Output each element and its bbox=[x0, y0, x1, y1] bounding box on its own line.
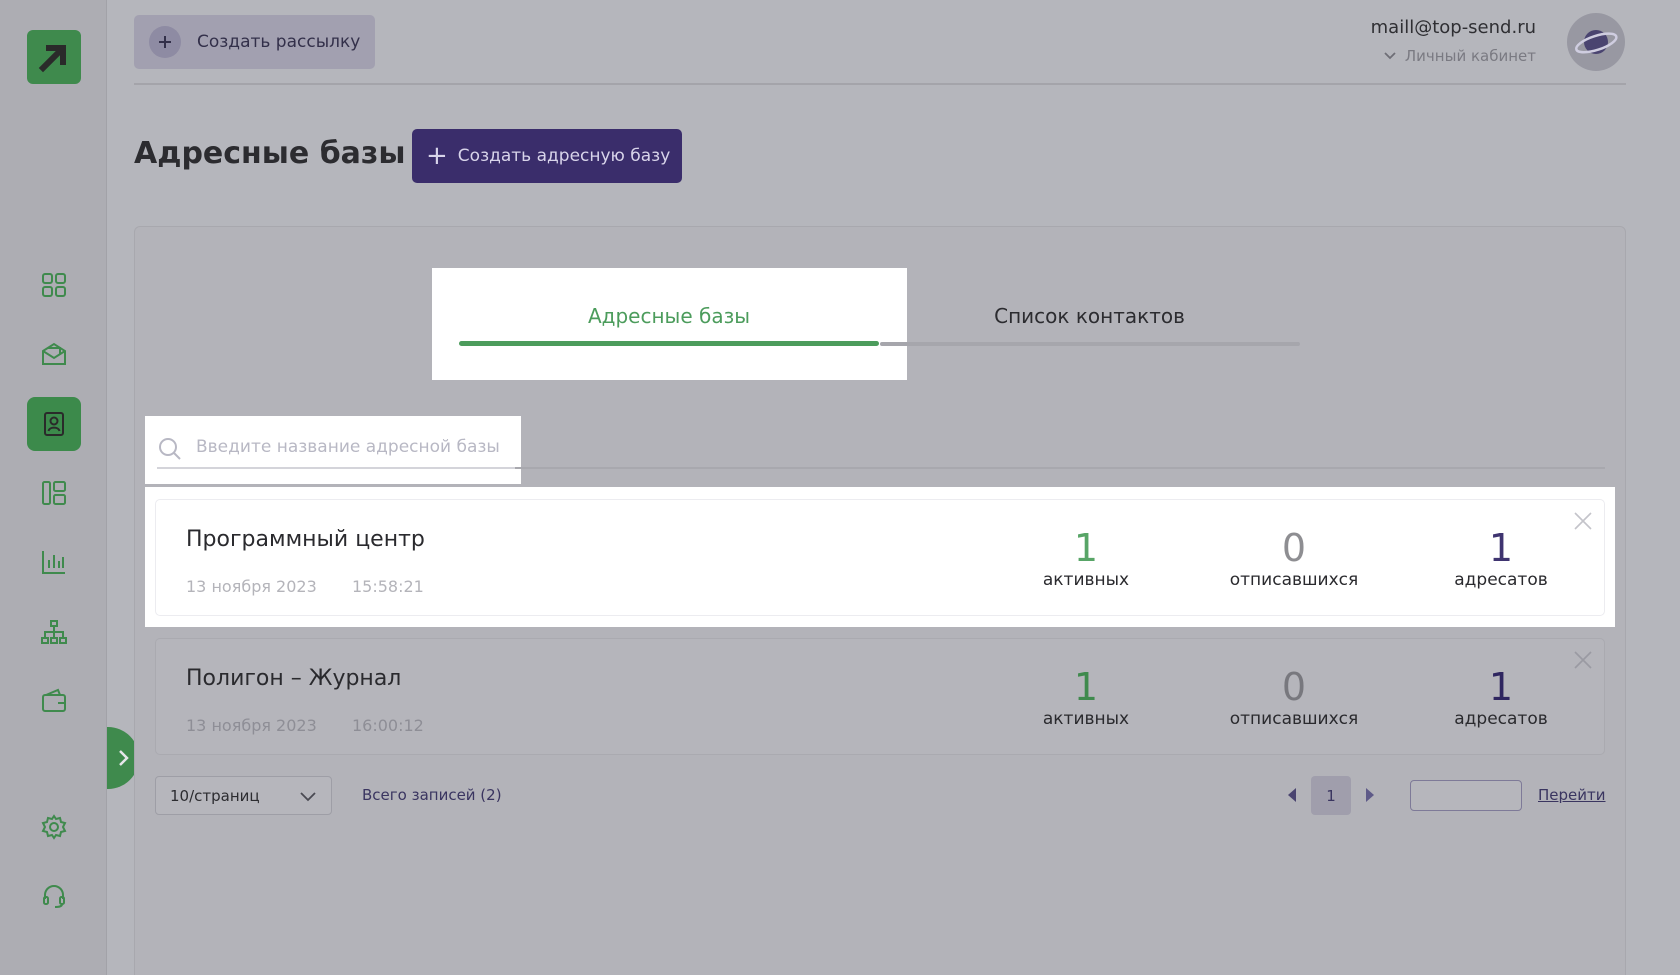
total-records: Всего записей (2) bbox=[362, 786, 502, 804]
total-count: 1 bbox=[1488, 526, 1514, 570]
unsubscribed-count: 0 bbox=[1281, 665, 1307, 709]
per-page-select[interactable]: 10/страниц bbox=[155, 776, 332, 815]
sidebar-item-mailings[interactable] bbox=[27, 327, 81, 381]
dashboard-icon bbox=[42, 273, 66, 297]
total-label: адресатов bbox=[1454, 570, 1548, 590]
sidebar bbox=[0, 0, 107, 975]
stats-icon bbox=[42, 551, 65, 574]
tab-contact-list[interactable]: Список контактов bbox=[907, 304, 1272, 328]
stat-total: 1 адресатов bbox=[1426, 665, 1576, 729]
sidebar-item-templates[interactable] bbox=[27, 466, 81, 520]
mail-icon bbox=[42, 342, 66, 365]
active-count: 1 bbox=[1073, 665, 1099, 709]
tab-track bbox=[880, 342, 1300, 346]
db-name: Программный центр bbox=[186, 527, 425, 552]
create-mailing-button[interactable]: Создать рассылку bbox=[134, 15, 375, 69]
stat-unsubscribed: 0 отписавшихся bbox=[1219, 665, 1369, 729]
address-db-card[interactable]: Программный центр 13 ноября 2023 15:58:2… bbox=[155, 499, 1605, 616]
db-date: 13 ноября 2023 bbox=[186, 716, 317, 735]
next-page-icon[interactable] bbox=[1363, 786, 1377, 804]
close-icon[interactable] bbox=[1572, 649, 1594, 671]
settings-icon bbox=[41, 814, 67, 840]
page-title: Адресные базы bbox=[134, 136, 406, 171]
hierarchy-icon bbox=[41, 620, 67, 644]
address-db-card[interactable]: Полигон – Журнал 13 ноября 2023 16:00:12… bbox=[155, 638, 1605, 755]
cabinet-link[interactable]: Личный кабинет bbox=[1383, 47, 1536, 65]
headset-icon bbox=[43, 885, 65, 908]
unsubscribed-label: отписавшихся bbox=[1229, 709, 1359, 729]
sidebar-item-contacts[interactable] bbox=[27, 397, 81, 451]
search-input[interactable] bbox=[196, 432, 516, 462]
search-input-underline bbox=[157, 467, 515, 469]
prev-page-icon[interactable] bbox=[1285, 786, 1299, 804]
active-count: 1 bbox=[1073, 526, 1099, 570]
tab-active-indicator bbox=[459, 341, 879, 346]
sidebar-item-stats[interactable] bbox=[27, 535, 81, 589]
unsubscribed-label: отписавшихся bbox=[1229, 570, 1359, 590]
db-name: Полигон – Журнал bbox=[186, 666, 402, 691]
user-email: maill@top-send.ru bbox=[1370, 17, 1536, 38]
avatar[interactable] bbox=[1567, 13, 1625, 71]
header-divider bbox=[134, 83, 1626, 85]
sidebar-item-settings[interactable] bbox=[27, 800, 81, 854]
plus-icon: + bbox=[426, 141, 448, 171]
per-page-value: 10/страниц bbox=[170, 786, 260, 805]
stat-active: 1 активных bbox=[1011, 665, 1161, 729]
wallet-icon bbox=[42, 688, 66, 712]
db-time: 15:58:21 bbox=[352, 577, 424, 596]
create-address-db-button[interactable]: + Создать адресную базу bbox=[412, 129, 682, 183]
sidebar-item-hierarchy[interactable] bbox=[27, 605, 81, 659]
logo[interactable] bbox=[27, 30, 81, 84]
db-date: 13 ноября 2023 bbox=[186, 577, 317, 596]
db-time: 16:00:12 bbox=[352, 716, 424, 735]
contacts-icon bbox=[44, 412, 64, 436]
unsubscribed-count: 0 bbox=[1281, 526, 1307, 570]
tab-address-databases[interactable]: Адресные базы bbox=[459, 304, 879, 328]
goto-page-input[interactable] bbox=[1410, 780, 1522, 811]
page-number-button[interactable]: 1 bbox=[1311, 776, 1351, 815]
active-label: активных bbox=[1042, 570, 1130, 590]
stat-unsubscribed: 0 отписавшихся bbox=[1219, 526, 1369, 590]
create-mailing-label: Создать рассылку bbox=[197, 32, 361, 52]
planet-icon bbox=[1574, 30, 1618, 54]
chevron-down-icon bbox=[300, 791, 316, 801]
cabinet-label: Личный кабинет bbox=[1404, 47, 1536, 65]
chevron-down-icon bbox=[1384, 52, 1396, 60]
sidebar-item-wallet[interactable] bbox=[27, 674, 81, 728]
sidebar-item-support[interactable] bbox=[27, 869, 81, 923]
goto-page-link[interactable]: Перейти bbox=[1538, 786, 1606, 804]
create-address-db-label: Создать адресную базу bbox=[457, 146, 671, 166]
search-icon bbox=[159, 438, 181, 460]
total-label: адресатов bbox=[1454, 709, 1548, 729]
templates-icon bbox=[42, 481, 66, 505]
arrow-up-right-icon bbox=[38, 45, 66, 73]
total-count: 1 bbox=[1488, 665, 1514, 709]
close-icon[interactable] bbox=[1572, 510, 1594, 532]
stat-total: 1 адресатов bbox=[1426, 526, 1576, 590]
chevron-right-icon bbox=[119, 750, 129, 766]
active-label: активных bbox=[1042, 709, 1130, 729]
sidebar-item-dashboard[interactable] bbox=[27, 258, 81, 312]
stat-active: 1 активных bbox=[1011, 526, 1161, 590]
plus-icon bbox=[149, 26, 181, 58]
